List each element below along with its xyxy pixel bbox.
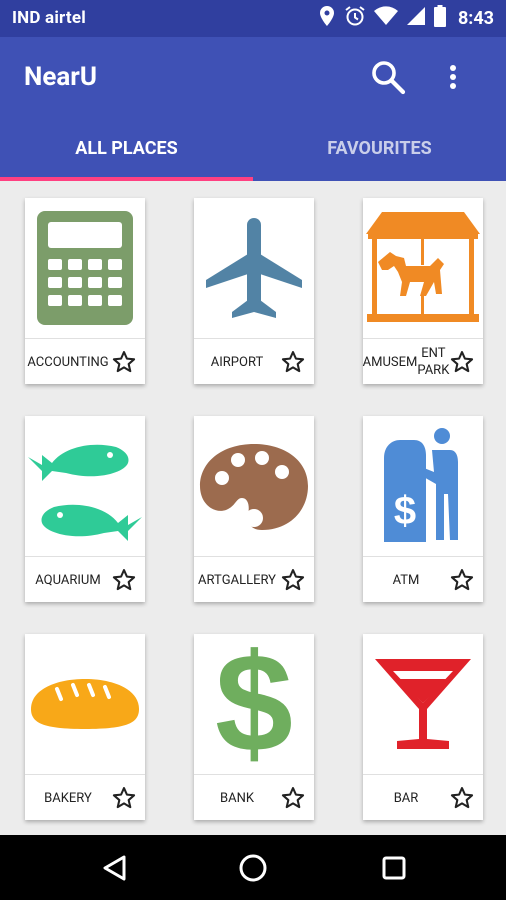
recents-button[interactable] [377,851,411,885]
place-card-bar[interactable]: BAR [363,634,483,820]
favourite-star-icon[interactable] [449,349,475,375]
search-button[interactable] [366,55,410,99]
svg-text:$: $ [215,641,293,767]
place-card-art-gallery[interactable]: ART GALLERY [194,416,314,602]
place-card-bakery[interactable]: BAKERY [25,634,145,820]
place-image [363,634,483,774]
favourite-star-icon[interactable] [280,785,306,811]
carrier-name: IND airtel [12,8,86,28]
tab-indicator [0,177,253,181]
place-card-amusement-park[interactable]: AMUSEM ENT PARK [363,198,483,384]
place-label-line: GALLERY [221,572,276,588]
place-card-footer: ATM [363,556,483,602]
place-label-line: ING [86,354,109,370]
place-label: BAR [365,779,447,817]
favourite-star-icon[interactable] [449,567,475,593]
search-icon [372,61,406,95]
app-title: NearU [24,62,97,92]
place-label: ATM [365,561,447,599]
tab-all-places-label: ALL PLACES [75,138,178,159]
place-card-bank[interactable]: $ BANK [194,634,314,820]
dollar-icon: $ [215,641,293,767]
bread-icon [31,679,139,729]
place-label-line: BANK [219,790,254,806]
place-card-airport[interactable]: AIRPORT [194,198,314,384]
place-image [25,198,145,338]
place-card-aquarium[interactable]: AQUARIU M [25,416,145,602]
place-label: ACCOUNT ING [27,343,109,381]
place-label-line: BAKERY [44,790,92,806]
location-icon [318,5,336,31]
place-image: $ [194,634,314,774]
alarm-icon [344,5,366,31]
place-label-line: ATM [392,572,420,588]
place-image [194,416,314,556]
place-label: AQUARIU M [27,561,109,599]
place-image [194,198,314,338]
recents-icon [382,856,406,880]
tab-favourites[interactable]: FAVOURITES [253,127,506,181]
place-label-line: AMUSEM [362,354,418,370]
battery-icon [433,5,446,31]
cocktail-glass-icon [375,659,471,749]
wifi-icon [373,6,398,30]
app-bar: NearU ALL PLACES FAVOURITES [0,37,506,181]
place-label: AIRPORT [196,343,278,381]
place-card-footer: BAR [363,774,483,820]
place-label: BANK [196,779,278,817]
favourite-star-icon[interactable] [280,567,306,593]
place-image [25,634,145,774]
favourite-star-icon[interactable] [111,785,137,811]
back-icon [103,855,126,881]
place-label-line: ENT PARK [417,346,450,378]
back-button[interactable] [97,851,131,885]
overflow-menu-button[interactable] [431,55,475,99]
status-time: 8:43 [457,7,494,29]
svg-text:$: $ [394,489,416,533]
more-vert-icon [450,65,456,89]
place-card-footer: BANK [194,774,314,820]
system-nav-bar [0,835,506,900]
home-icon [239,854,267,882]
favourite-star-icon[interactable] [111,349,137,375]
calculator-icon [37,211,133,325]
place-label-line: ART [198,572,222,588]
place-label-line: ACCOUNT [27,354,87,370]
favourite-star-icon[interactable] [280,349,306,375]
favourite-star-icon[interactable] [111,567,137,593]
airplane-icon [206,218,302,318]
place-label: AMUSEM ENT PARK [362,343,450,381]
home-button[interactable] [236,851,270,885]
place-card-footer: AMUSEM ENT PARK [363,338,483,384]
status-icons: 8:43 [318,5,494,31]
tab-all-places[interactable]: ALL PLACES [0,127,253,181]
place-image [25,416,145,556]
place-card-footer: AQUARIU M [25,556,145,602]
status-bar: IND airtel 8:43 [0,0,506,37]
place-card-accounting[interactable]: ACCOUNT ING [25,198,145,384]
place-label: BAKERY [27,779,109,817]
favourite-star-icon[interactable] [449,785,475,811]
tab-favourites-label: FAVOURITES [327,138,432,159]
place-card-footer: ART GALLERY [194,556,314,602]
place-card-footer: BAKERY [25,774,145,820]
place-image: $ [363,416,483,556]
fish-icon [28,444,142,541]
place-label-line: M [89,572,101,588]
place-image [363,198,483,338]
carousel-icon [366,212,480,322]
cell-signal-icon [406,6,426,30]
palette-icon [200,444,308,530]
place-label-line: AIRPORT [210,354,264,370]
place-label: ART GALLERY [196,561,278,599]
place-label-line: AQUARIU [35,572,90,588]
place-card-footer: AIRPORT [194,338,314,384]
place-card-atm[interactable]: $ ATM [363,416,483,602]
place-card-footer: ACCOUNT ING [25,338,145,384]
atm-icon: $ [384,428,458,542]
place-label-line: BAR [393,790,419,806]
